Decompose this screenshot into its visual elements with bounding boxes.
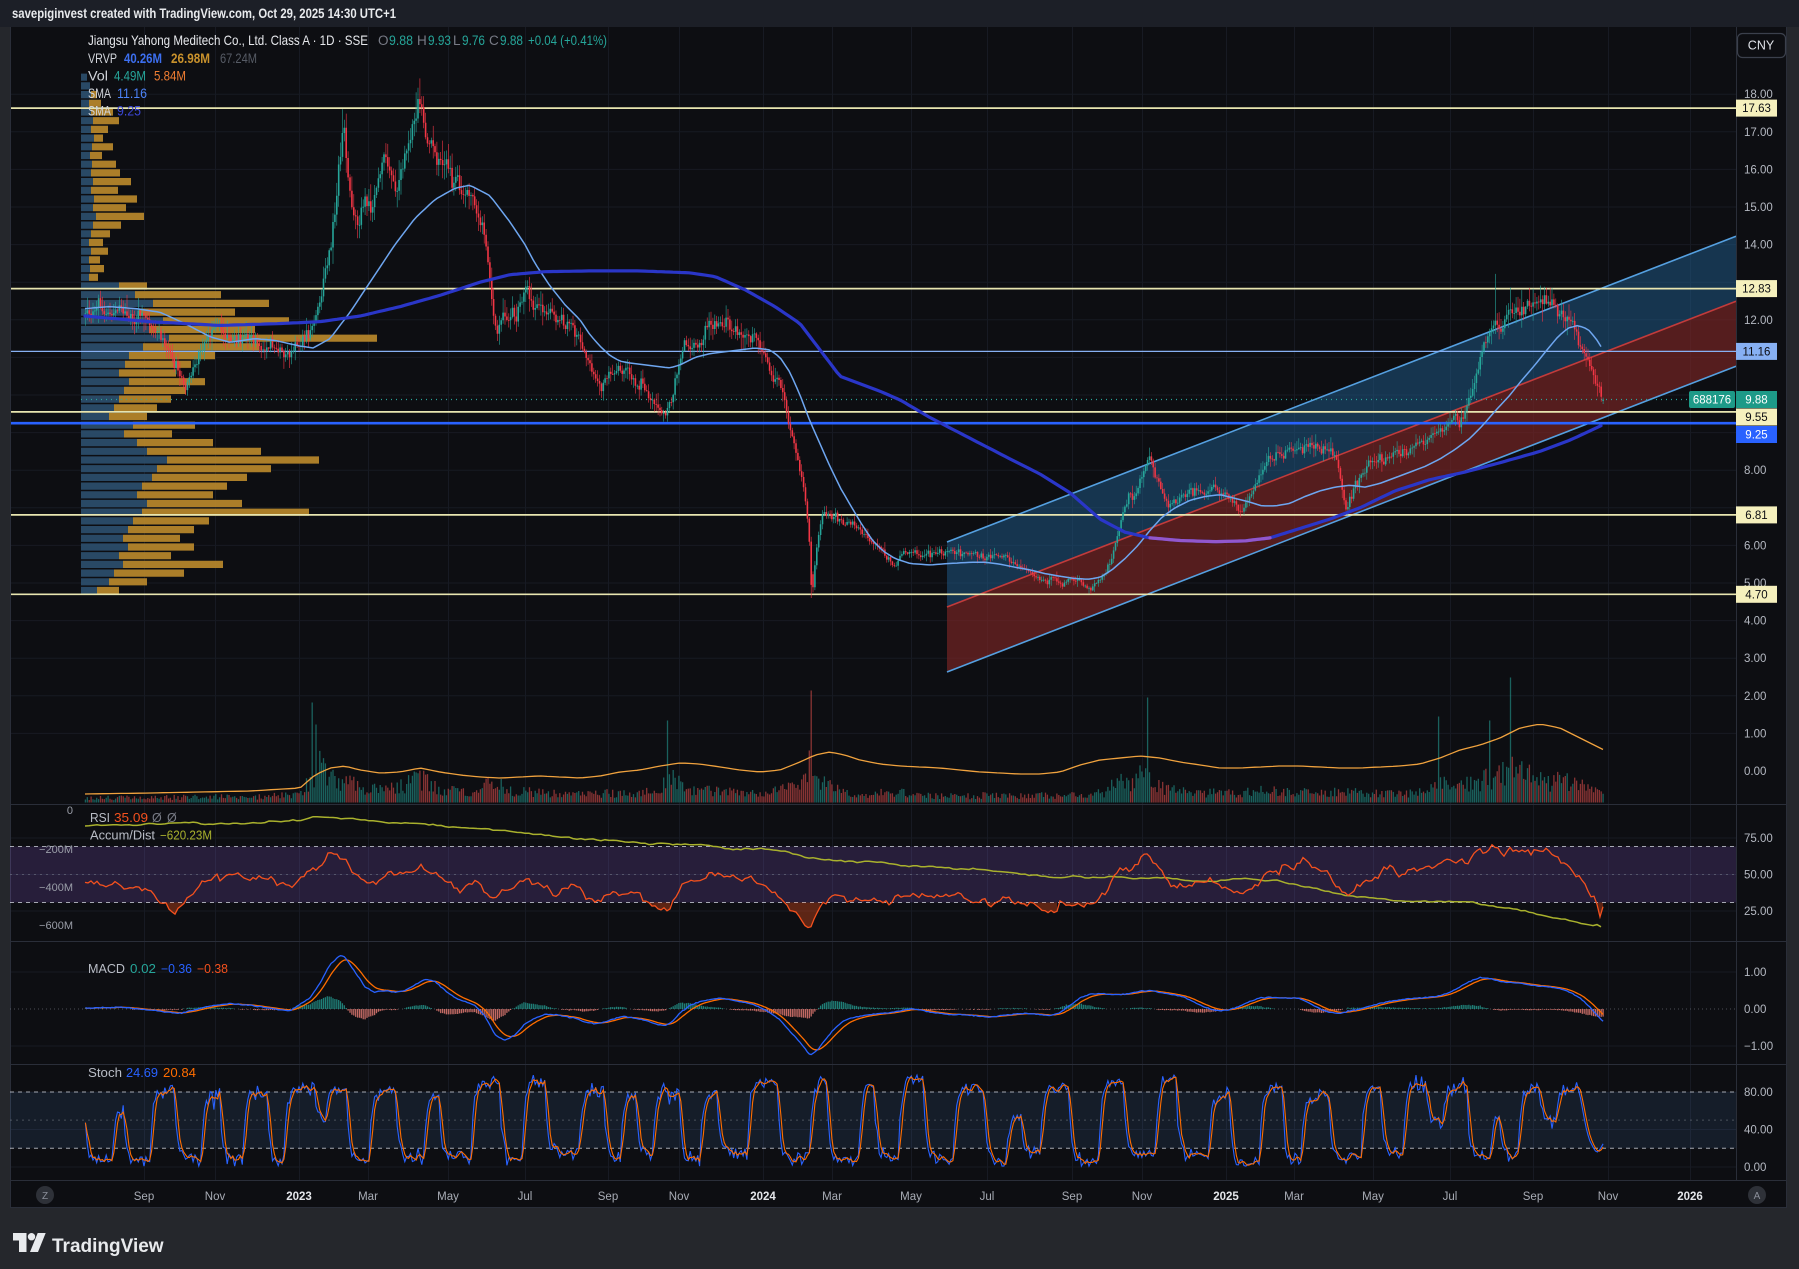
- svg-text:4.00: 4.00: [1744, 616, 1766, 628]
- svg-text:Accum/Dist: Accum/Dist: [90, 829, 156, 843]
- svg-text:MACD: MACD: [88, 962, 125, 976]
- svg-text:Mar: Mar: [822, 1191, 842, 1203]
- svg-text:50.00: 50.00: [1744, 870, 1773, 882]
- svg-text:26.98M: 26.98M: [171, 51, 210, 66]
- svg-text:0.00: 0.00: [1744, 1162, 1766, 1174]
- svg-text:−1.00: −1.00: [1744, 1041, 1773, 1053]
- svg-text:1.00: 1.00: [1744, 967, 1766, 979]
- svg-text:9.88: 9.88: [1745, 395, 1767, 407]
- svg-text:RSI: RSI: [90, 811, 110, 825]
- svg-text:12.00: 12.00: [1744, 315, 1773, 327]
- svg-text:Nov: Nov: [205, 1191, 226, 1203]
- svg-text:12.83: 12.83: [1742, 284, 1771, 296]
- svg-text:A: A: [1754, 1191, 1761, 1202]
- svg-text:9.25: 9.25: [1745, 430, 1767, 442]
- svg-text:May: May: [900, 1191, 922, 1203]
- svg-text:Ø: Ø: [152, 811, 162, 825]
- svg-text:+0.04 (+0.41%): +0.04 (+0.41%): [528, 33, 607, 48]
- svg-text:67.24M: 67.24M: [220, 51, 257, 66]
- svg-text:−0.38: −0.38: [197, 962, 228, 976]
- svg-text:−0.36: −0.36: [161, 962, 192, 976]
- svg-text:Sep: Sep: [598, 1191, 618, 1203]
- svg-text:SMA: SMA: [88, 104, 111, 119]
- svg-text:17.63: 17.63: [1742, 103, 1771, 115]
- svg-text:VRVP: VRVP: [88, 51, 117, 66]
- svg-text:9.93: 9.93: [428, 33, 451, 48]
- svg-text:Nov: Nov: [1598, 1191, 1619, 1203]
- svg-text:9.76: 9.76: [462, 33, 485, 48]
- svg-text:Ø: Ø: [167, 811, 177, 825]
- svg-text:9.55: 9.55: [1745, 412, 1767, 424]
- svg-text:2023: 2023: [286, 1191, 312, 1203]
- svg-text:24.69: 24.69: [126, 1066, 158, 1080]
- svg-text:Jul: Jul: [1443, 1191, 1458, 1203]
- svg-text:Sep: Sep: [1062, 1191, 1082, 1203]
- svg-text:TradingView: TradingView: [52, 1236, 164, 1257]
- svg-text:25.00: 25.00: [1744, 906, 1773, 918]
- svg-text:11.16: 11.16: [1743, 346, 1771, 358]
- svg-text:Sep: Sep: [1523, 1191, 1543, 1203]
- svg-text:Mar: Mar: [358, 1191, 378, 1203]
- svg-text:0.00: 0.00: [1744, 1004, 1766, 1016]
- svg-text:80.00: 80.00: [1744, 1087, 1773, 1099]
- svg-text:Mar: Mar: [1284, 1191, 1304, 1203]
- svg-text:0: 0: [67, 805, 73, 817]
- svg-text:4.49M: 4.49M: [114, 69, 146, 84]
- svg-text:Z: Z: [42, 1191, 48, 1202]
- svg-text:1.00: 1.00: [1744, 728, 1766, 740]
- svg-text:9.25: 9.25: [117, 104, 141, 119]
- svg-text:11.16: 11.16: [117, 86, 147, 101]
- svg-text:18.00: 18.00: [1744, 89, 1773, 101]
- svg-text:40.26M: 40.26M: [124, 51, 162, 66]
- svg-text:3.00: 3.00: [1744, 653, 1766, 665]
- svg-text:35.09: 35.09: [114, 811, 148, 825]
- svg-text:40.00: 40.00: [1744, 1125, 1773, 1137]
- svg-text:8.00: 8.00: [1744, 465, 1766, 477]
- svg-text:17.00: 17.00: [1744, 127, 1773, 139]
- svg-text:Jul: Jul: [980, 1191, 995, 1203]
- svg-text:CNY: CNY: [1748, 39, 1775, 53]
- svg-text:Vol: Vol: [88, 69, 108, 84]
- svg-text:Jul: Jul: [518, 1191, 533, 1203]
- svg-text:6.81: 6.81: [1745, 510, 1767, 522]
- svg-text:2025: 2025: [1213, 1191, 1239, 1203]
- svg-text:9.88: 9.88: [500, 33, 523, 48]
- svg-text:−620.23M: −620.23M: [160, 829, 212, 843]
- svg-text:9.88: 9.88: [389, 33, 413, 48]
- svg-text:O: O: [378, 33, 389, 48]
- svg-text:6.00: 6.00: [1744, 540, 1766, 552]
- svg-text:Stoch: Stoch: [88, 1066, 122, 1080]
- svg-text:688176: 688176: [1693, 395, 1731, 407]
- svg-text:−400M: −400M: [39, 882, 73, 894]
- svg-text:14.00: 14.00: [1744, 240, 1773, 252]
- svg-text:−600M: −600M: [39, 920, 73, 932]
- svg-text:2024: 2024: [750, 1191, 776, 1203]
- svg-text:2.00: 2.00: [1744, 691, 1766, 703]
- svg-text:May: May: [437, 1191, 459, 1203]
- svg-text:75.00: 75.00: [1744, 833, 1773, 845]
- svg-text:Sep: Sep: [134, 1191, 154, 1203]
- svg-text:May: May: [1362, 1191, 1384, 1203]
- svg-text:15.00: 15.00: [1744, 202, 1773, 214]
- svg-text:Nov: Nov: [1132, 1191, 1153, 1203]
- svg-text:savepiginvest created with Tra: savepiginvest created with TradingView.c…: [12, 6, 396, 21]
- svg-text:0.02: 0.02: [130, 962, 156, 976]
- svg-text:20.84: 20.84: [163, 1066, 196, 1080]
- svg-text:16.00: 16.00: [1744, 164, 1773, 176]
- svg-text:L: L: [453, 33, 461, 48]
- svg-text:SMA: SMA: [88, 86, 111, 101]
- svg-text:C: C: [489, 33, 499, 48]
- svg-text:Jiangsu Yahong Meditech Co., L: Jiangsu Yahong Meditech Co., Ltd. Class …: [88, 32, 368, 48]
- svg-text:2026: 2026: [1677, 1191, 1703, 1203]
- svg-text:H: H: [417, 33, 427, 48]
- svg-text:5.84M: 5.84M: [154, 69, 186, 84]
- svg-text:Nov: Nov: [669, 1191, 690, 1203]
- svg-text:−200M: −200M: [39, 844, 73, 856]
- svg-text:0.00: 0.00: [1744, 766, 1766, 778]
- svg-text:4.70: 4.70: [1745, 589, 1767, 601]
